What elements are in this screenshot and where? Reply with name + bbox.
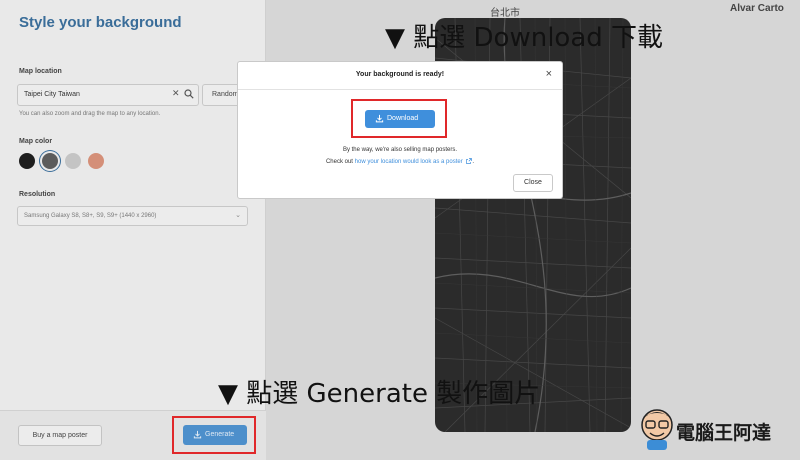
resolution-value: Samsung Galaxy S8, S8+, S9, S9+ (1440 x … — [24, 213, 157, 219]
location-hint: You can also zoom and drag the map to an… — [19, 111, 161, 117]
color-swatch[interactable] — [88, 153, 104, 169]
close-button[interactable]: Close — [513, 174, 553, 192]
poster-note: By the way, we're also selling map poste… — [342, 147, 458, 153]
watermark: 電腦王阿達 — [676, 422, 772, 444]
resolution-select[interactable]: Samsung Galaxy S8, S8+, S9, S9+ (1440 x … — [17, 206, 248, 226]
dialog-title: Your background is ready! — [355, 71, 445, 78]
clear-icon[interactable]: ✕ — [172, 88, 180, 99]
panel-title: Style your background — [19, 14, 182, 31]
annotation-download: ▼ 點選 Download 下載 — [385, 23, 664, 53]
color-swatch[interactable] — [19, 153, 35, 169]
color-swatch[interactable] — [42, 153, 58, 169]
chevron-down-icon: ⌄ — [235, 212, 241, 219]
brand-logo[interactable]: Alvar Carto — [730, 3, 784, 14]
poster-cta-prefix: Check out — [325, 159, 355, 165]
poster-cta-suffix: . — [472, 159, 475, 165]
annotation-generate: ▼ 點選 Generate 製作圖片 — [218, 379, 541, 409]
mascot-logo — [641, 409, 673, 450]
download-highlight — [351, 99, 447, 138]
buy-poster-button[interactable]: Buy a map poster — [18, 425, 102, 446]
color-swatch[interactable] — [65, 153, 81, 169]
search-icon[interactable] — [184, 89, 194, 99]
resolution-label: Resolution — [19, 191, 56, 198]
map-color-label: Map color — [19, 138, 53, 145]
poster-cta: Check out how your location would look a… — [238, 158, 562, 165]
poster-link[interactable]: how your location would look as a poster — [355, 159, 463, 165]
dialog-divider — [238, 89, 562, 90]
map-location-label: Map location — [19, 68, 62, 75]
generate-highlight — [172, 416, 256, 454]
close-icon[interactable]: × — [546, 68, 552, 80]
